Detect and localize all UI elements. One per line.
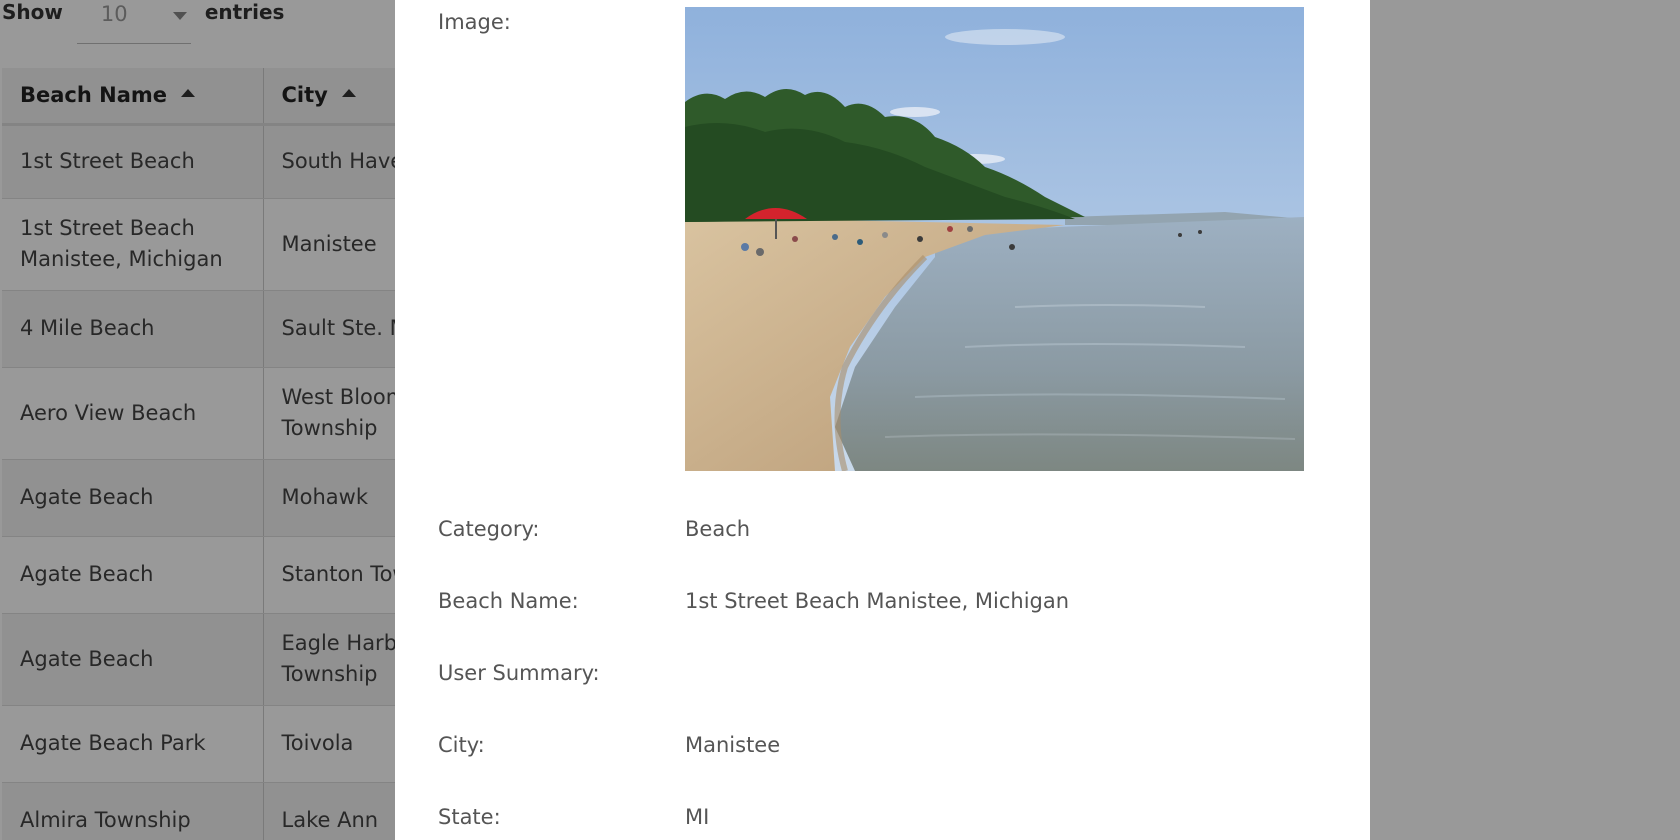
state-label: State: — [438, 805, 501, 829]
beach-name-value: 1st Street Beach Manistee, Michigan — [685, 589, 1070, 613]
category-value: Beach — [685, 517, 751, 541]
image-label: Image: — [438, 10, 511, 34]
user-summary-label: User Summary: — [438, 661, 600, 685]
category-label: Category: — [438, 517, 540, 541]
state-value: MI — [685, 805, 710, 829]
city-label: City: — [438, 733, 485, 757]
beach-name-label: Beach Name: — [438, 589, 579, 613]
beach-photo — [685, 7, 1304, 471]
city-value: Manistee — [685, 733, 781, 757]
beach-detail-modal: Image: Category: Beach Beach Name: 1st S… — [395, 0, 1370, 840]
